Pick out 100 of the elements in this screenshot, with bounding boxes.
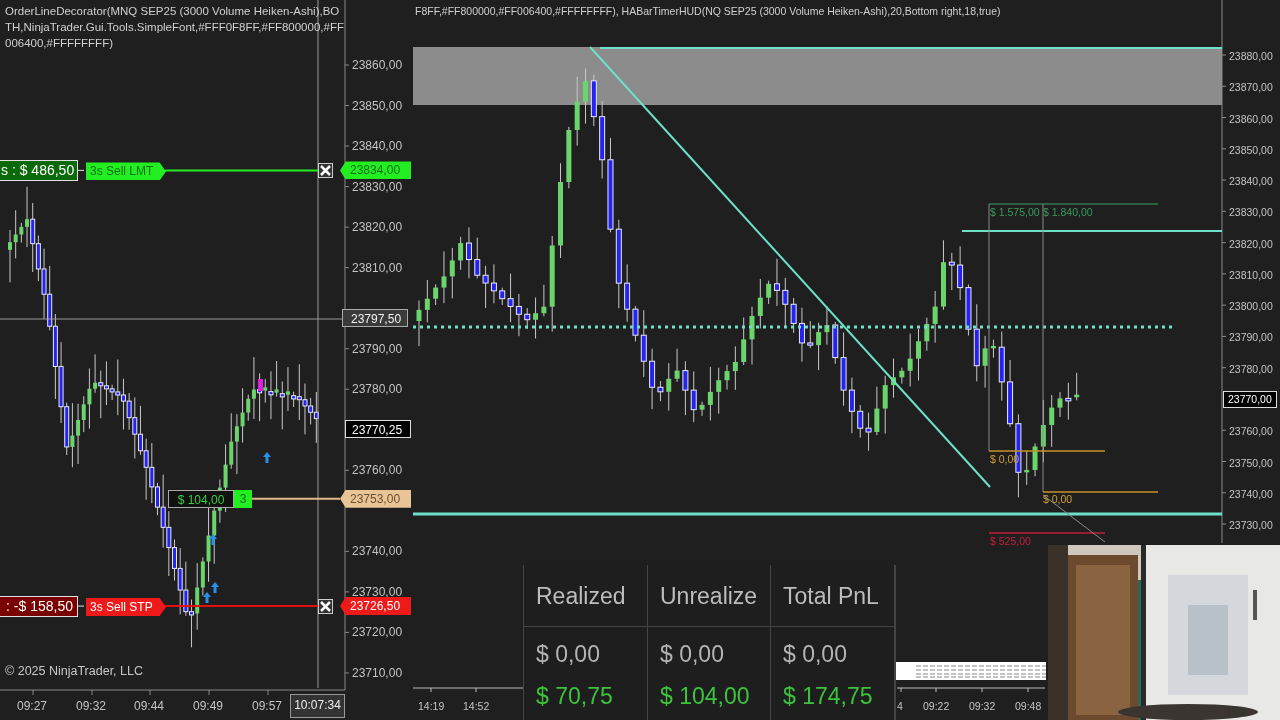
candlestick (1024, 450, 1030, 486)
time-label: 09:49 (193, 699, 224, 713)
candlestick (732, 345, 738, 391)
axis-label: 23780,00 (1229, 361, 1273, 377)
marker-icon (258, 379, 263, 391)
trade-label: $ 525,00 (990, 534, 1031, 549)
crosshair-price-tag: 23797,50 (342, 309, 408, 328)
candlestick (948, 252, 955, 291)
candlestick (1049, 394, 1055, 448)
axis-label: 23730,00 (352, 584, 403, 599)
time-label: 14:19 (418, 699, 445, 714)
axis-label: 23830,00 (352, 179, 403, 194)
candlestick (724, 364, 730, 391)
current-time-label: 10:07:34 (290, 694, 345, 718)
candlestick (699, 401, 705, 417)
order-tag[interactable]: 3s Sell LMT (86, 162, 166, 181)
candlestick (932, 290, 938, 344)
column-header: Unrealize (648, 565, 771, 627)
candlestick (707, 366, 713, 422)
axis-label: 23720,00 (352, 625, 403, 640)
candlestick (1032, 442, 1038, 477)
axis-label: 23730,00 (1229, 518, 1273, 534)
axis-label: 23780,00 (352, 382, 403, 397)
time-label: 09:57 (252, 699, 283, 713)
time-label: 4 (897, 699, 903, 714)
table-cell: $ 104,00 (648, 677, 771, 720)
axis-label: 23870,00 (1229, 80, 1273, 96)
close-icon (319, 164, 332, 178)
price-tag: 23726,50 (340, 597, 411, 616)
axis-label: 23840,00 (1229, 174, 1273, 190)
order-pnl-label: : -$ 158,50 (0, 596, 78, 618)
axis-label: 23860,00 (1229, 111, 1273, 127)
candlestick (757, 278, 763, 329)
candlestick (749, 306, 755, 365)
up-arrow-icon (263, 452, 271, 463)
candlestick (566, 126, 572, 189)
table-cell: $ 70,75 (524, 677, 648, 720)
table-cell: $ 0,00 (771, 626, 895, 678)
axis-label: 23750,00 (1229, 455, 1273, 471)
candlestick (766, 280, 772, 305)
axis-label: 23800,00 (1229, 299, 1273, 315)
column-header: Total PnL (771, 565, 895, 627)
table-cell: $ 0,00 (648, 626, 771, 678)
order-tag[interactable]: 3s Sell STP (86, 598, 166, 617)
candlestick (441, 250, 447, 304)
table-cell: $ 0,00 (524, 626, 648, 678)
candlestick (891, 358, 897, 399)
candlestick (541, 284, 547, 317)
axis-label: 23710,00 (352, 665, 403, 680)
candlestick (583, 67, 588, 125)
last-price-tag: 23770,25 (345, 419, 411, 438)
trade-label: $ 1.840,00 (1043, 205, 1093, 220)
candlestick (666, 362, 672, 412)
axis-label: 23850,00 (1229, 142, 1273, 158)
axis-label: 23860,00 (352, 58, 403, 72)
candlestick (998, 331, 1005, 402)
position-pnl-label: $ 104,00 (168, 489, 234, 508)
time-label: 09:44 (134, 699, 165, 713)
candlestick (590, 74, 597, 127)
candlestick (416, 300, 422, 347)
indicator-label: F8FF,#FF800000,#FF006400,#FFFFFFFF), HABarTimerHUD(NQ SEP25 (3000 Volume Heiken-Ashi),20,Bottom right,18,true) (415, 4, 1001, 19)
candlestick (824, 305, 830, 346)
close-icon (319, 600, 332, 614)
candlestick (533, 297, 539, 339)
time-label: 09:32 (969, 699, 996, 714)
candlestick (916, 328, 921, 382)
time-label: 14:52 (463, 699, 490, 714)
candlestick (807, 320, 814, 349)
candlestick (574, 76, 580, 147)
axis-label: 23790,00 (1229, 330, 1273, 346)
candlestick (674, 348, 680, 383)
time-label: 09:48 (1015, 699, 1042, 714)
copyright-text: © 2025 NinjaTrader, LLC (5, 663, 143, 680)
candlestick (990, 339, 996, 359)
axis-label: 23790,00 (352, 341, 403, 356)
axis-label: 23820,00 (1229, 236, 1273, 252)
column-header: Realized (524, 565, 648, 627)
candlestick (1057, 391, 1063, 418)
candlestick (433, 283, 439, 306)
candlestick (899, 367, 905, 385)
cancel-order-button[interactable] (318, 599, 333, 615)
candlestick (982, 335, 988, 389)
time-label: 09:22 (923, 699, 950, 714)
candlestick (907, 333, 913, 387)
up-arrow-icon (209, 534, 217, 545)
axis-label: 23760,00 (352, 463, 403, 478)
cancel-order-button[interactable] (318, 163, 333, 179)
candlestick (882, 375, 888, 435)
axis-label: 23820,00 (352, 220, 403, 235)
axis-label: 23810,00 (352, 260, 403, 275)
table-cell: $ 174,75 (771, 677, 895, 720)
trade-label: $ 1.575,00 (990, 205, 1040, 220)
candlestick (424, 279, 430, 323)
candlestick (924, 317, 930, 352)
candlestick (941, 239, 946, 311)
indicator-label: OrderLineDecorator(MNQ SEP25 (3000 Volume Heiken-Ashi),BOTH,NinjaTrader.Gui.Tools.SimpleFont,#FFF0F8FF,#FF800000,#FF006400,#FFFFFFFF) (5, 4, 345, 51)
candlestick (1065, 382, 1072, 421)
time-label: 09:27 (17, 699, 48, 713)
last-price-tag: 23770,00 (1223, 390, 1277, 408)
price-tag: 23834,00 (340, 161, 411, 180)
